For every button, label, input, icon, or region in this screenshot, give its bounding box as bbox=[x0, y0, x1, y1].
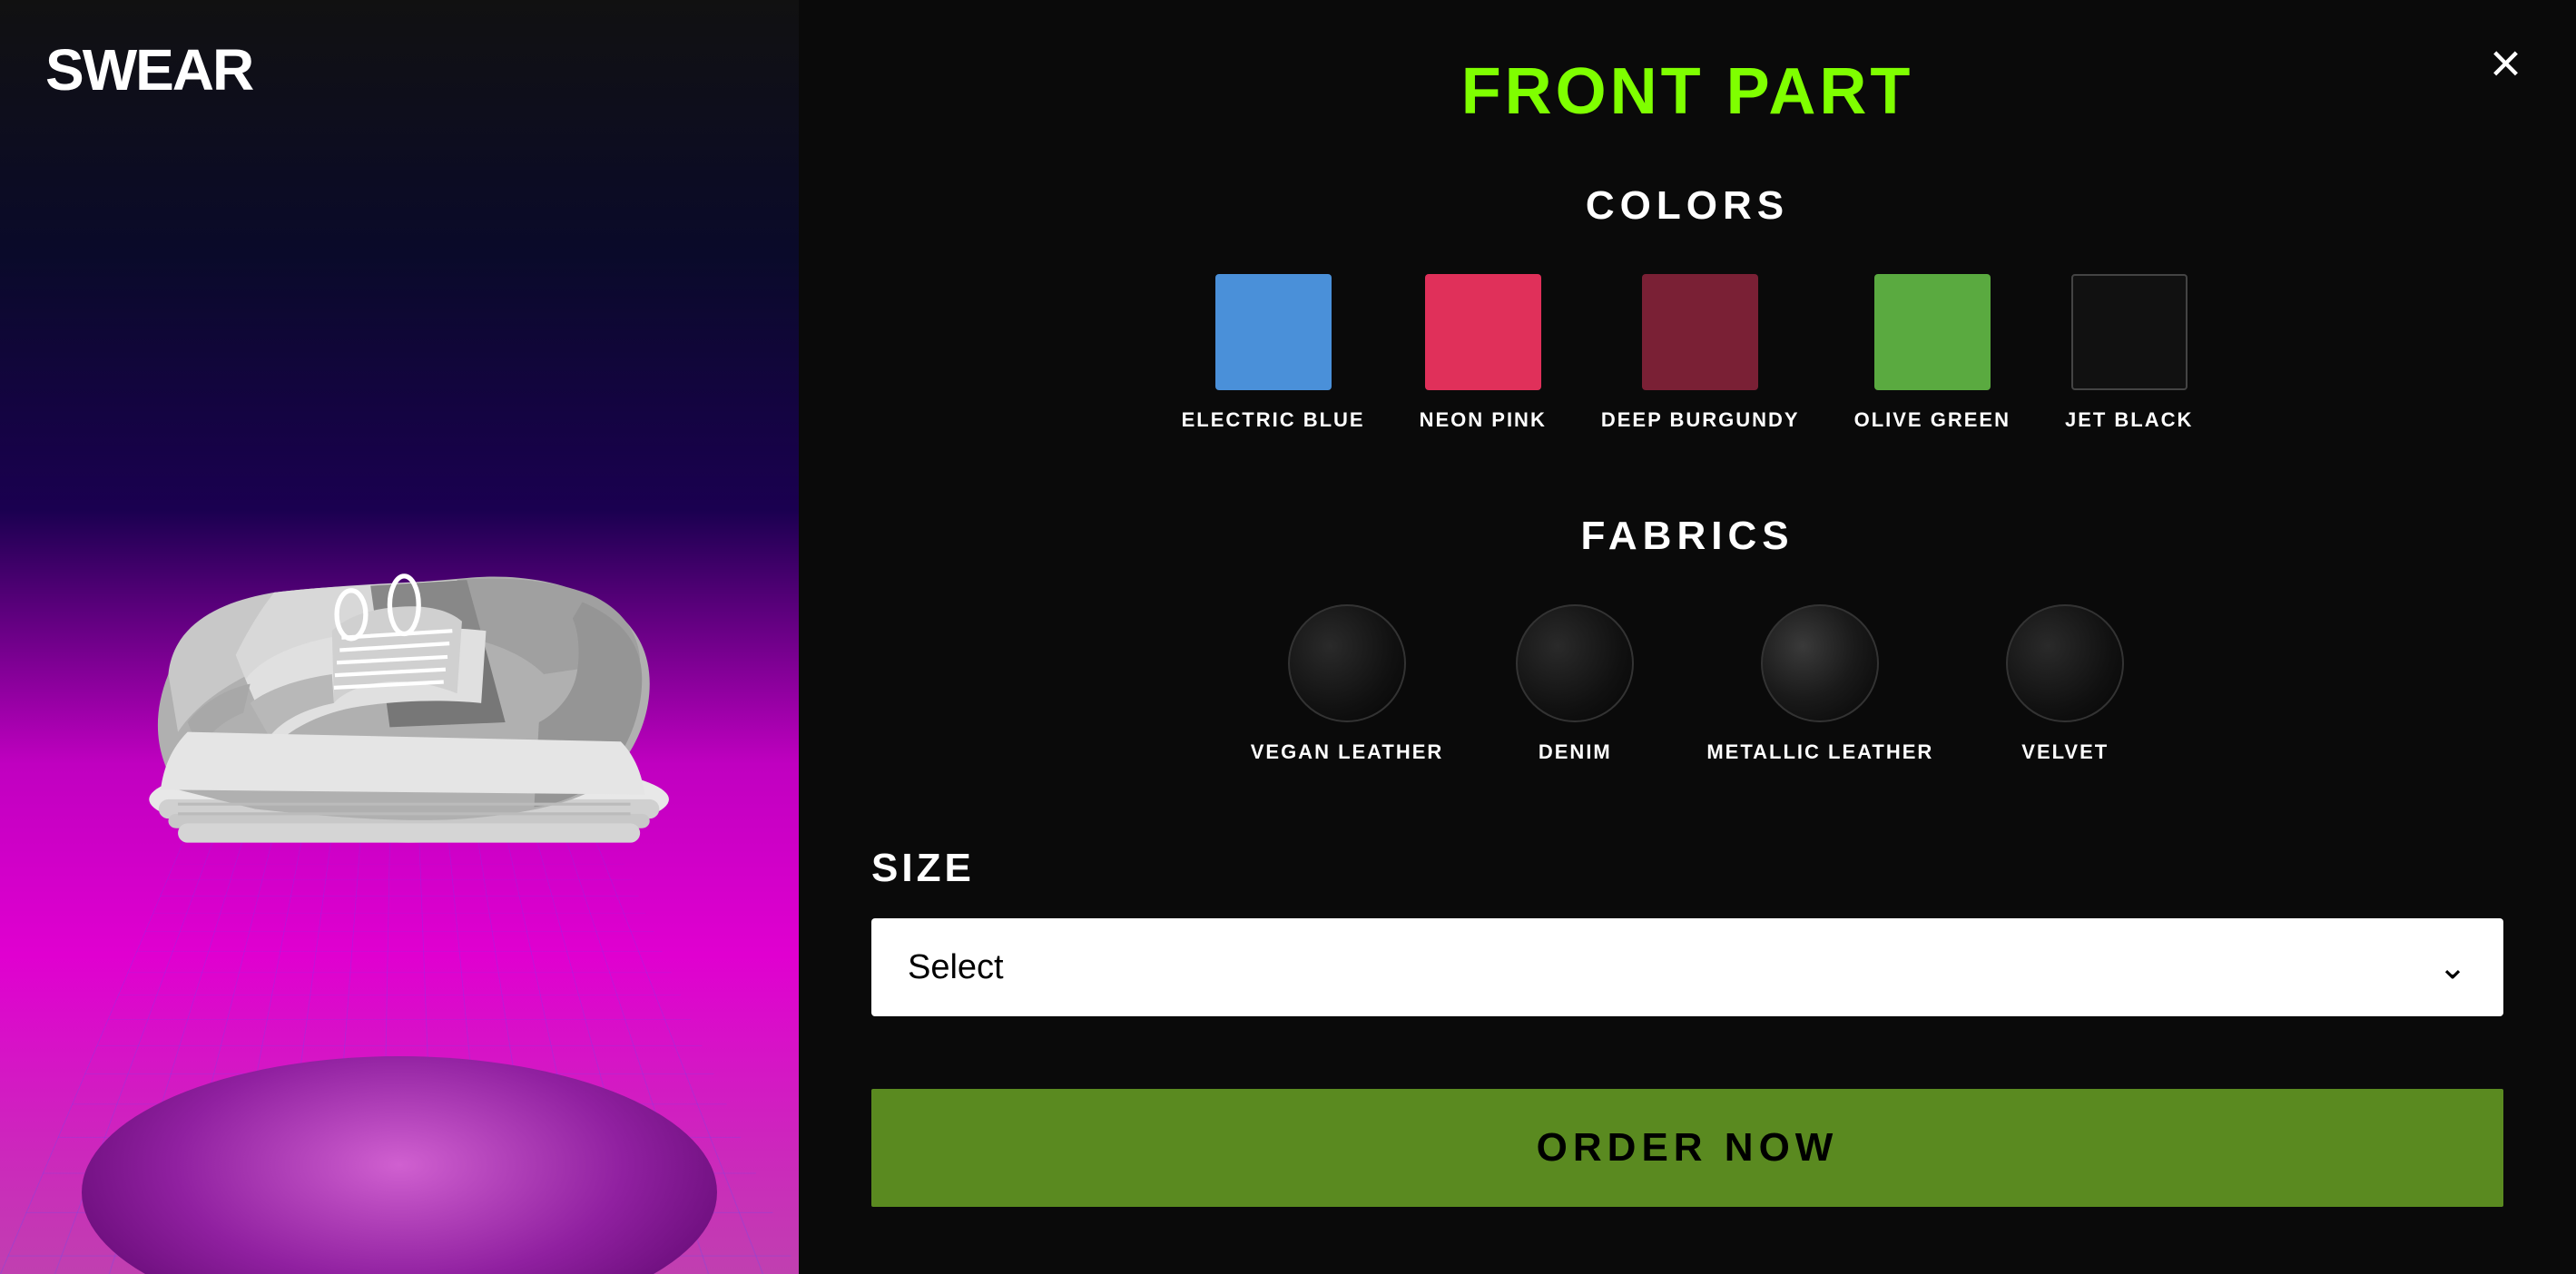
fabric-swatches-container: VEGAN LEATHER DENIM METALLIC LEATHER VEL… bbox=[871, 604, 2503, 764]
order-now-button[interactable]: ORDER NOW bbox=[871, 1089, 2503, 1207]
fabric-item-velvet[interactable]: VELVET bbox=[2006, 604, 2124, 764]
size-label: SIZE bbox=[871, 846, 2503, 891]
fabrics-header: FABRICS bbox=[871, 514, 2503, 559]
color-swatch-olive-green bbox=[1874, 274, 1991, 390]
fabric-circle-vegan-leather bbox=[1288, 604, 1406, 722]
fabric-item-metallic-leather[interactable]: METALLIC LEATHER bbox=[1706, 604, 1933, 764]
app-logo: SWEAR bbox=[45, 36, 252, 103]
color-swatch-jet-black bbox=[2071, 274, 2188, 390]
color-label-deep-burgundy: DEEP BURGUNDY bbox=[1601, 408, 1800, 432]
fabric-label-denim: DENIM bbox=[1539, 740, 1612, 764]
close-button[interactable]: × bbox=[2490, 36, 2522, 91]
color-swatch-neon-pink bbox=[1425, 274, 1541, 390]
fabrics-section: FABRICS VEGAN LEATHER DENIM METALLIC LEA… bbox=[871, 514, 2503, 782]
color-item-neon-pink[interactable]: NEON PINK bbox=[1420, 274, 1547, 432]
size-select-wrapper: Select UK 6 UK 7 UK 8 UK 9 UK 10 UK 11 U… bbox=[871, 918, 2503, 1016]
color-label-jet-black: JET BLACK bbox=[2065, 408, 2193, 432]
color-swatch-deep-burgundy bbox=[1642, 274, 1758, 390]
color-item-jet-black[interactable]: JET BLACK bbox=[2065, 274, 2193, 432]
color-label-neon-pink: NEON PINK bbox=[1420, 408, 1547, 432]
fabric-circle-metallic-leather bbox=[1761, 604, 1879, 722]
fabric-label-velvet: VELVET bbox=[2021, 740, 2109, 764]
color-item-deep-burgundy[interactable]: DEEP BURGUNDY bbox=[1601, 274, 1800, 432]
fabric-circle-velvet bbox=[2006, 604, 2124, 722]
fabric-label-metallic-leather: METALLIC LEATHER bbox=[1706, 740, 1933, 764]
shoe-illustration bbox=[82, 354, 717, 898]
panel-title: FRONT PART bbox=[871, 54, 2503, 129]
color-swatch-electric-blue bbox=[1215, 274, 1332, 390]
color-label-olive-green: OLIVE GREEN bbox=[1854, 408, 2011, 432]
size-select[interactable]: Select UK 6 UK 7 UK 8 UK 9 UK 10 UK 11 U… bbox=[871, 918, 2503, 1016]
fabric-circle-denim bbox=[1516, 604, 1634, 722]
colors-header: COLORS bbox=[871, 183, 2503, 229]
fabric-item-denim[interactable]: DENIM bbox=[1516, 604, 1634, 764]
color-item-electric-blue[interactable]: ELECTRIC BLUE bbox=[1182, 274, 1365, 432]
shoe-container bbox=[82, 354, 717, 898]
fabric-label-vegan-leather: VEGAN LEATHER bbox=[1251, 740, 1444, 764]
color-swatches-container: ELECTRIC BLUE NEON PINK DEEP BURGUNDY OL… bbox=[871, 274, 2503, 432]
size-section: SIZE Select UK 6 UK 7 UK 8 UK 9 UK 10 UK… bbox=[871, 846, 2503, 1016]
colors-section: COLORS ELECTRIC BLUE NEON PINK DEEP BURG… bbox=[871, 183, 2503, 450]
right-panel: × FRONT PART COLORS ELECTRIC BLUE NEON P… bbox=[799, 0, 2576, 1274]
left-panel: SWEAR bbox=[0, 0, 799, 1274]
fabric-item-vegan-leather[interactable]: VEGAN LEATHER bbox=[1251, 604, 1444, 764]
color-item-olive-green[interactable]: OLIVE GREEN bbox=[1854, 274, 2011, 432]
color-label-electric-blue: ELECTRIC BLUE bbox=[1182, 408, 1365, 432]
